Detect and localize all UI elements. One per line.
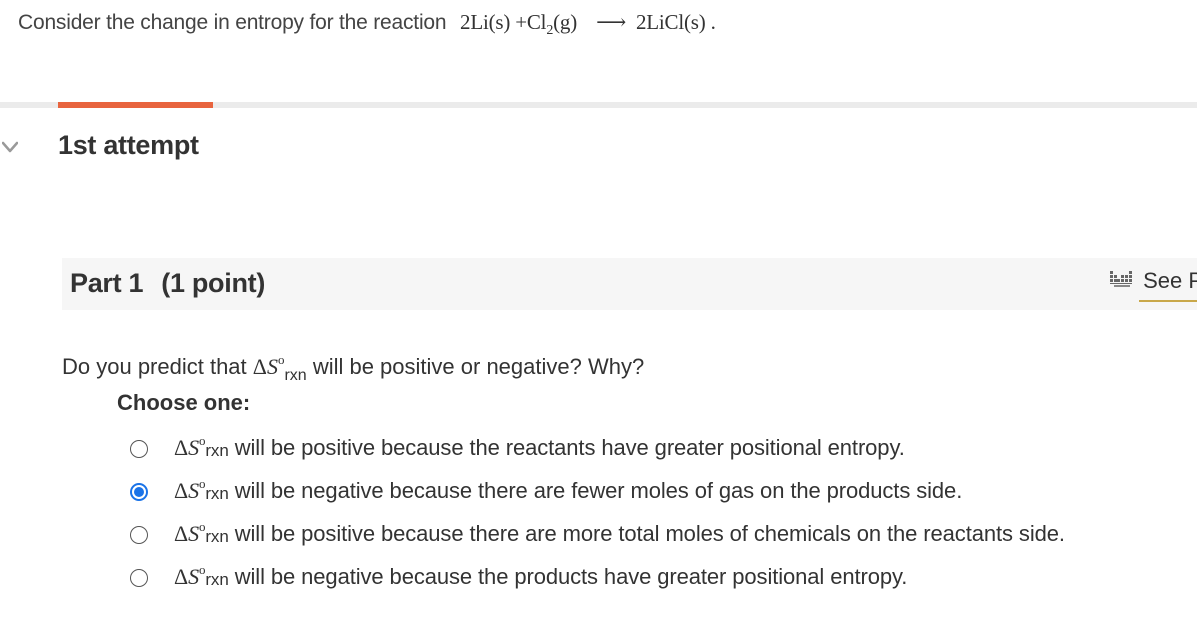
see-periodic-table-link[interactable]: See P <box>1109 268 1197 302</box>
option-label: will be negative because the products ha… <box>234 564 908 589</box>
s-symbol: S <box>188 435 199 460</box>
part-header: Part 1 (1 point) See P <box>62 258 1197 310</box>
rxn-subscript: rxn <box>205 527 229 546</box>
option-label: will be positive because the reactants h… <box>234 435 905 460</box>
answer-option-2[interactable]: ΔSorxn will be negative because there ar… <box>130 476 1190 508</box>
delta-symbol: Δ <box>174 435 189 460</box>
reactant-2: Cl <box>526 10 547 34</box>
rxn-subscript: rxn <box>205 570 229 589</box>
reaction-arrow: ⟶ <box>596 10 626 34</box>
plus-sign: + <box>515 10 527 34</box>
answer-option-4[interactable]: ΔSorxn will be negative because the prod… <box>130 562 1190 594</box>
s-symbol: S <box>188 478 199 503</box>
part-number: Part 1 <box>70 268 144 298</box>
reactant-1: 2Li <box>460 10 489 34</box>
periodic-table-icon <box>1109 269 1133 295</box>
radio-button[interactable] <box>130 526 148 544</box>
rxn-subscript: rxn <box>205 484 229 503</box>
option-label: will be negative because there are fewer… <box>234 478 963 503</box>
option-text: ΔSorxn will be negative because the prod… <box>174 562 908 590</box>
question-prefix: Consider the change in entropy for the r… <box>18 11 447 34</box>
product-1-state: (s) <box>684 10 706 34</box>
link-underline <box>1139 300 1197 302</box>
reactant-1-state: (s) <box>488 10 511 34</box>
delta-s-rxn-symbol: ΔSorxn <box>252 352 307 384</box>
product-1: 2LiCl <box>635 10 684 34</box>
option-text: ΔSorxn will be positive because the reac… <box>174 433 905 461</box>
answer-option-3[interactable]: ΔSorxn will be positive because there ar… <box>130 519 1190 551</box>
reactant-2-subscript: 2 <box>546 23 554 38</box>
delta-symbol: Δ <box>174 564 189 589</box>
radio-button[interactable] <box>130 440 148 458</box>
choose-one-label: Choose one: <box>117 390 251 415</box>
part-title: Part 1 (1 point) <box>70 268 265 299</box>
chevron-down-icon[interactable] <box>1 140 19 153</box>
s-symbol: S <box>188 564 199 589</box>
option-text: ΔSorxn will be negative because there ar… <box>174 476 963 504</box>
attempt-header[interactable]: 1st attempt <box>0 128 400 168</box>
prompt-before: Do you predict that <box>62 354 247 379</box>
see-periodic-label[interactable]: See P <box>1143 268 1197 293</box>
question-prompt: Do you predict that ΔSorxn will be posit… <box>62 352 645 384</box>
radio-button-selected[interactable] <box>130 483 148 501</box>
answer-option-1[interactable]: ΔSorxn will be positive because the reac… <box>130 433 1190 465</box>
rxn-subscript: rxn <box>205 441 229 460</box>
equation-period: . <box>710 10 716 34</box>
degree-symbol: o <box>277 352 285 367</box>
option-label: will be positive because there are more … <box>234 521 1065 546</box>
s-symbol: S <box>266 354 278 379</box>
part-points: (1 point) <box>161 268 266 298</box>
prompt-after: will be positive or negative? Why? <box>312 354 645 379</box>
delta-symbol: Δ <box>252 354 267 379</box>
delta-symbol: Δ <box>174 478 189 503</box>
attempt-label: 1st attempt <box>58 130 199 160</box>
rxn-subscript: rxn <box>284 367 307 384</box>
question-text: Consider the change in entropy for the r… <box>18 10 716 38</box>
delta-symbol: Δ <box>174 521 189 546</box>
reaction-equation: 2Li(s) +Cl2(g) ⟶ 2LiCl(s) . <box>460 10 716 38</box>
reactant-2-state: (g) <box>553 10 578 34</box>
option-text: ΔSorxn will be positive because there ar… <box>174 519 1065 547</box>
radio-button[interactable] <box>130 569 148 587</box>
progress-fill <box>58 102 213 108</box>
s-symbol: S <box>188 521 199 546</box>
